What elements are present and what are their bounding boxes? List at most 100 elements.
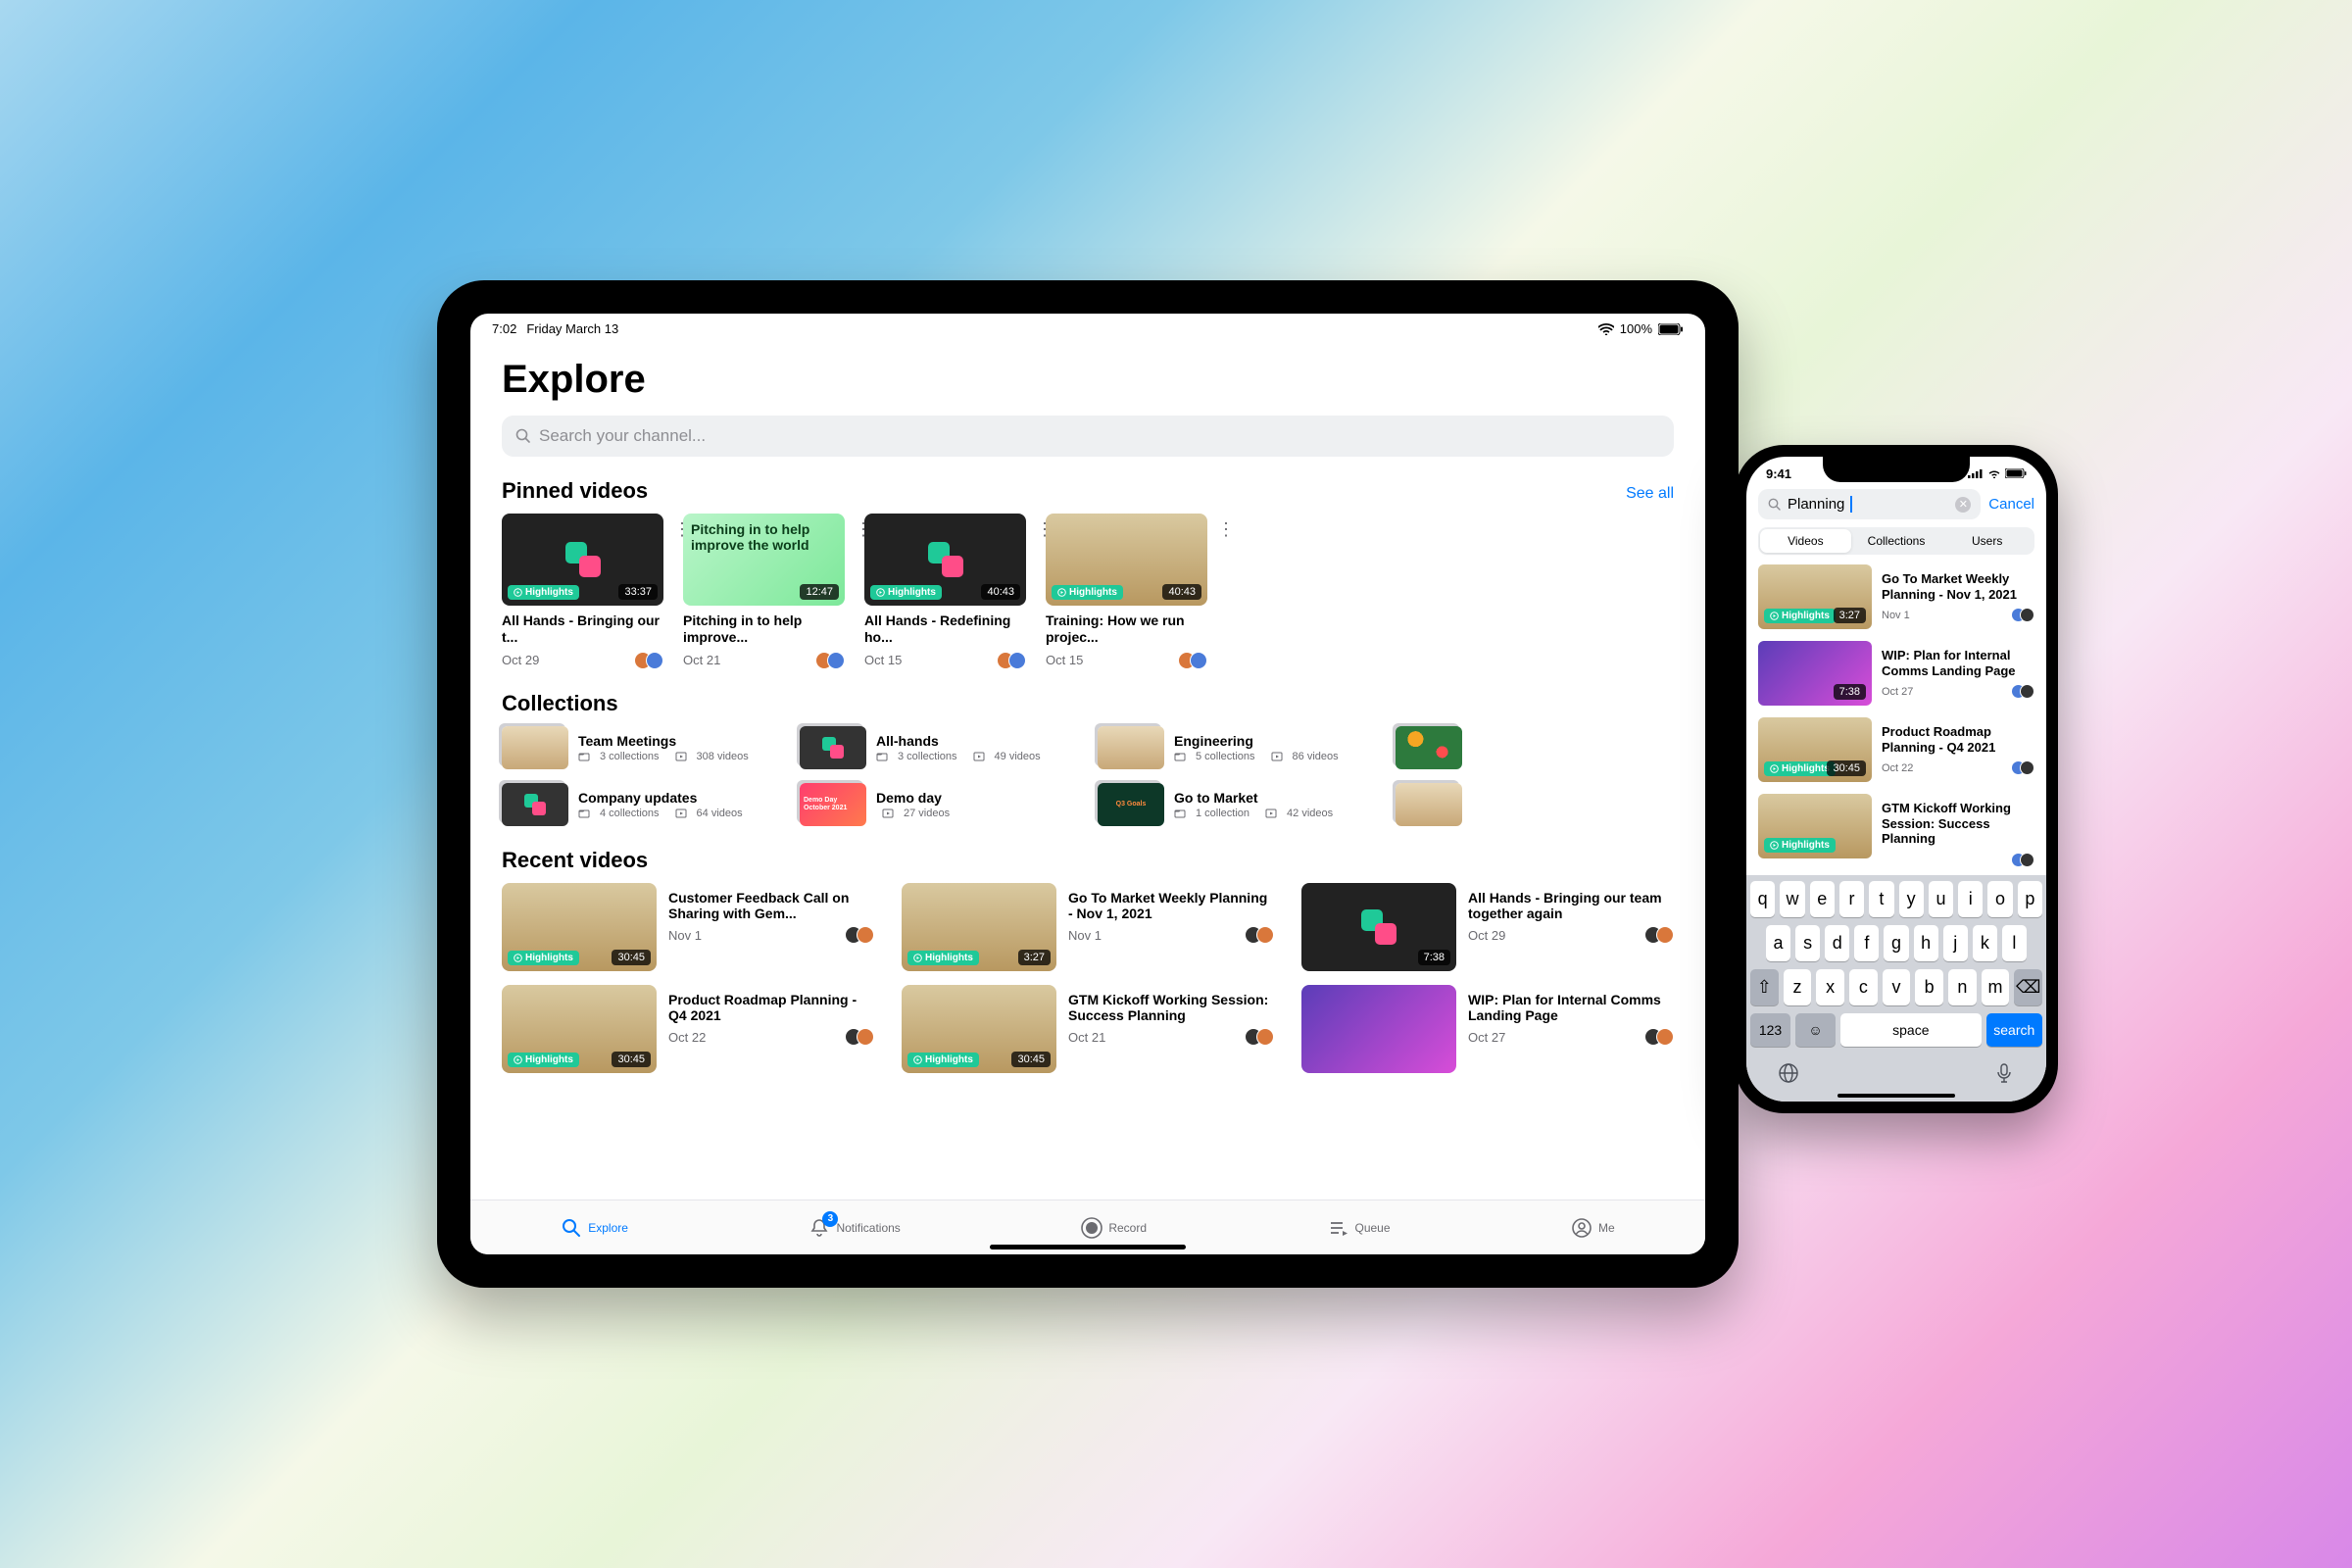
key-w[interactable]: w [1780, 881, 1804, 917]
phone-search-input[interactable]: Planning ✕ [1758, 489, 1981, 519]
seg-users[interactable]: Users [1941, 529, 2033, 553]
seg-collections[interactable]: Collections [1851, 529, 1942, 553]
key-r[interactable]: r [1839, 881, 1864, 917]
key-t[interactable]: t [1869, 881, 1893, 917]
collection-title: Engineering [1174, 733, 1376, 749]
mic-icon[interactable] [1991, 1060, 2017, 1086]
key-v[interactable]: v [1883, 969, 1911, 1005]
video-thumbnail[interactable] [1301, 985, 1456, 1073]
video-thumbnail[interactable]: Highlights30:45 [1758, 717, 1872, 782]
video-card[interactable]: 7:38All Hands - Bringing our team togeth… [1301, 883, 1674, 971]
video-thumbnail[interactable]: Highlights30:45 [902, 985, 1056, 1073]
home-indicator[interactable] [1838, 1094, 1955, 1098]
key-x[interactable]: x [1816, 969, 1844, 1005]
see-all-link[interactable]: See all [1626, 485, 1674, 503]
key-emoji[interactable]: ☺ [1795, 1013, 1836, 1047]
tab-record[interactable]: Record [1081, 1217, 1147, 1239]
video-thumbnail[interactable]: Highlights40:43 [1046, 514, 1207, 606]
video-card[interactable]: Highlights40:43All Hands - Redefining ho… [864, 514, 1026, 669]
collection-item[interactable]: Company updates4 collections64 videos [502, 783, 780, 826]
video-card[interactable]: WIP: Plan for Internal Comms Landing Pag… [1301, 985, 1674, 1073]
video-thumbnail[interactable]: Highlights33:37 [502, 514, 663, 606]
search-result[interactable]: HighlightsGTM Kickoff Working Session: S… [1758, 794, 2034, 867]
seg-videos[interactable]: Videos [1760, 529, 1851, 553]
battery-text: 100% [1620, 321, 1652, 336]
key-shift[interactable]: ⇧ [1750, 969, 1779, 1005]
key-o[interactable]: o [1987, 881, 2012, 917]
collection-item[interactable]: Team Meetings3 collections308 videos [502, 726, 780, 769]
collection-item[interactable] [1396, 726, 1674, 769]
video-thumbnail[interactable]: Highlights40:43 [864, 514, 1026, 606]
tab-queue[interactable]: Queue [1328, 1217, 1391, 1239]
more-icon[interactable]: ⋮ [1213, 520, 1235, 538]
search-input[interactable]: Search your channel... [502, 416, 1674, 457]
key-k[interactable]: k [1973, 925, 1997, 961]
status-bar: 7:02 Friday March 13 100% [470, 314, 1705, 344]
video-card[interactable]: Highlights30:45Product Roadmap Planning … [502, 985, 874, 1073]
tab-notifications[interactable]: 3 Notifications [808, 1217, 900, 1239]
key-numbers[interactable]: 123 [1750, 1013, 1790, 1047]
result-date: Oct 27 [1882, 686, 1913, 698]
video-card[interactable]: Highlights3:27Go To Market Weekly Planni… [902, 883, 1274, 971]
collection-item[interactable]: Engineering5 collections86 videos [1098, 726, 1376, 769]
video-thumbnail[interactable]: Pitching in to help improve the world12:… [683, 514, 845, 606]
video-thumbnail[interactable]: Highlights30:45 [502, 985, 657, 1073]
search-result[interactable]: Highlights30:45Product Roadmap Planning … [1758, 717, 2034, 782]
recent-heading: Recent videos [502, 848, 648, 873]
tab-me[interactable]: Me [1571, 1217, 1615, 1239]
key-h[interactable]: h [1914, 925, 1938, 961]
video-date: Oct 22 [668, 1030, 706, 1045]
key-p[interactable]: p [2018, 881, 2042, 917]
video-card[interactable]: Highlights40:43Training: How we run proj… [1046, 514, 1207, 669]
video-thumbnail[interactable]: Highlights30:45 [502, 883, 657, 971]
collection-item[interactable]: Demo Day October 2021Demo day27 videos [800, 783, 1078, 826]
duration-badge: 12:47 [800, 584, 839, 600]
video-card[interactable]: Pitching in to help improve the world12:… [683, 514, 845, 669]
key-search[interactable]: search [1986, 1013, 2042, 1047]
collection-item[interactable] [1396, 783, 1674, 826]
key-space[interactable]: space [1840, 1013, 1982, 1047]
video-card[interactable]: Highlights30:45GTM Kickoff Working Sessi… [902, 985, 1274, 1073]
key-g[interactable]: g [1884, 925, 1908, 961]
video-thumbnail[interactable]: Highlights3:27 [1758, 564, 1872, 629]
key-b[interactable]: b [1915, 969, 1943, 1005]
search-result[interactable]: Highlights3:27 Go To Market Weekly Planni… [1758, 564, 2034, 629]
ipad-device: 7:02 Friday March 13 100% Explore Search… [437, 280, 1739, 1288]
clear-icon[interactable]: ✕ [1955, 497, 1971, 513]
key-c[interactable]: c [1849, 969, 1878, 1005]
cancel-button[interactable]: Cancel [1988, 496, 2034, 513]
avatars [2011, 684, 2034, 699]
home-indicator[interactable] [990, 1245, 1186, 1250]
video-thumbnail[interactable]: Highlights [1758, 794, 1872, 858]
key-q[interactable]: q [1750, 881, 1775, 917]
key-m[interactable]: m [1982, 969, 2010, 1005]
collection-item[interactable]: Q3 GoalsGo to Market1 collection42 video… [1098, 783, 1376, 826]
tab-explore[interactable]: Explore [561, 1217, 628, 1239]
key-n[interactable]: n [1948, 969, 1977, 1005]
key-l[interactable]: l [2002, 925, 2027, 961]
video-thumbnail[interactable]: 7:38 [1758, 641, 1872, 706]
key-s[interactable]: s [1795, 925, 1820, 961]
key-d[interactable]: d [1825, 925, 1849, 961]
search-result[interactable]: 7:38WIP: Plan for Internal Comms Landing… [1758, 641, 2034, 706]
search-query: Planning [1788, 496, 1844, 513]
video-card[interactable]: Highlights33:37All Hands - Bringing our … [502, 514, 663, 669]
key-e[interactable]: e [1810, 881, 1835, 917]
key-z[interactable]: z [1784, 969, 1812, 1005]
globe-icon[interactable] [1776, 1060, 1801, 1086]
collection-thumbnail [800, 726, 866, 769]
key-i[interactable]: i [1958, 881, 1983, 917]
key-a[interactable]: a [1766, 925, 1790, 961]
key-j[interactable]: j [1943, 925, 1968, 961]
video-thumbnail[interactable]: 7:38 [1301, 883, 1456, 971]
search-icon [561, 1217, 582, 1239]
key-y[interactable]: y [1899, 881, 1924, 917]
video-thumbnail[interactable]: Highlights3:27 [902, 883, 1056, 971]
video-card[interactable]: Highlights30:45Customer Feedback Call on… [502, 883, 874, 971]
key-backspace[interactable]: ⌫ [2014, 969, 2042, 1005]
key-u[interactable]: u [1929, 881, 1953, 917]
collection-item[interactable]: All-hands3 collections49 videos [800, 726, 1078, 769]
collections-grid: Team Meetings3 collections308 videos All-… [502, 726, 1674, 826]
result-title: Go To Market Weekly Planning - Nov 1, 20… [1882, 571, 2034, 602]
key-f[interactable]: f [1854, 925, 1879, 961]
